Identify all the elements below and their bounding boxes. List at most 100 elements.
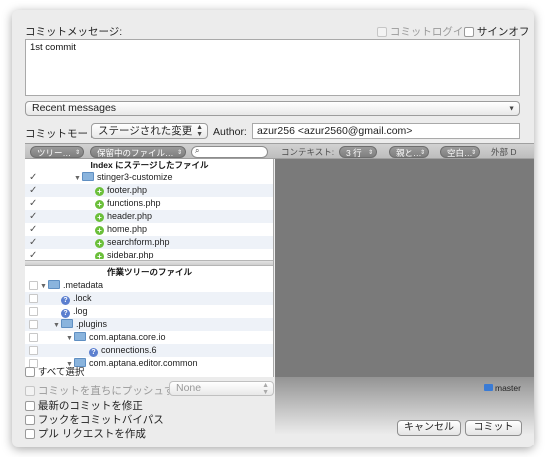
diff-mode-select[interactable]: 親と… ⇕ xyxy=(389,146,429,158)
push-option[interactable]: コミットを直ちにプッシュする: xyxy=(25,383,188,398)
tree-row[interactable]: ? .lock xyxy=(25,292,273,305)
tree-item-label: functions.php xyxy=(107,198,161,208)
pull-request-label: プル リクエストを作成 xyxy=(37,428,146,440)
whitespace-value: 空白… xyxy=(447,148,473,158)
folder-icon xyxy=(82,172,94,181)
external-diff-button[interactable]: 外部 D xyxy=(491,146,517,158)
pull-request-checkbox[interactable] xyxy=(25,429,35,440)
folder-icon xyxy=(74,332,86,341)
tree-row[interactable]: ▼ .metadata xyxy=(25,279,273,292)
push-checkbox[interactable] xyxy=(25,386,35,397)
tree-row[interactable]: ? .log xyxy=(25,305,273,318)
row-checkbox[interactable] xyxy=(29,294,38,303)
pull-request-option[interactable]: プル リクエストを作成 xyxy=(25,426,146,441)
checkmark-icon[interactable]: ✓ xyxy=(29,224,37,235)
recent-messages-dropdown[interactable]: Recent messages ▼ xyxy=(25,101,520,116)
row-checkbox[interactable] xyxy=(29,307,38,316)
untracked-file-icon: ? xyxy=(89,348,98,357)
context-label: コンテキスト: xyxy=(281,147,335,157)
row-checkbox[interactable] xyxy=(29,281,38,290)
updown-arrows-icon: ⇕ xyxy=(419,150,425,156)
author-input[interactable]: azur256 <azur2560@gmail.com> xyxy=(252,123,520,139)
tree-row[interactable]: ✓ + header.php xyxy=(25,210,273,223)
tree-item-label: header.php xyxy=(107,211,153,221)
tree-row[interactable]: ? connections.6 xyxy=(25,344,273,357)
tree-row[interactable]: ✓ ▼ stinger3-customize xyxy=(25,171,273,184)
added-file-icon: + xyxy=(95,226,104,235)
added-file-icon: + xyxy=(95,213,104,222)
file-search-input[interactable]: ⌕ xyxy=(191,146,268,158)
tree-item-label: .plugins xyxy=(76,319,108,329)
diff-mode-value: 親と… xyxy=(396,148,422,158)
commit-button[interactable]: コミット xyxy=(465,420,522,436)
folder-icon xyxy=(61,319,73,328)
added-file-icon: + xyxy=(95,252,104,259)
tree-item-label: connections.6 xyxy=(101,345,157,355)
select-all-checkbox[interactable] xyxy=(25,367,35,378)
checkmark-icon[interactable]: ✓ xyxy=(29,237,37,248)
folder-icon xyxy=(48,280,60,289)
bypass-hooks-checkbox[interactable] xyxy=(25,415,35,426)
branch-indicator: master xyxy=(484,383,521,393)
tree-row[interactable]: ✓ + searchform.php xyxy=(25,236,273,249)
diff-toolbar: ツリー… ⇕ 保留中のファイル… ⇕ ⌕ コンテキスト: 3 行 ⇕ 親と… ⇕ 空白…… xyxy=(25,143,534,159)
diff-view xyxy=(275,159,534,377)
row-checkbox[interactable] xyxy=(29,320,38,329)
amend-option[interactable]: 最新のコミットを修正 xyxy=(25,398,143,413)
context-lines-value: 3 行 xyxy=(346,148,362,158)
tree-view-select[interactable]: ツリー… ⇕ xyxy=(30,146,84,158)
push-label: コミットを直ちにプッシュする: xyxy=(37,385,188,397)
cancel-button[interactable]: キャンセル xyxy=(397,420,461,436)
branch-icon xyxy=(484,384,493,391)
worktree-section-header: 作業ツリーのファイル xyxy=(106,267,192,277)
updown-arrows-icon: ⇕ xyxy=(367,150,373,156)
untracked-file-icon: ? xyxy=(61,296,70,305)
commit-mode-label: コミットモード: xyxy=(25,128,102,140)
added-file-icon: + xyxy=(95,200,104,209)
commit-message-input[interactable]: 1st commit xyxy=(25,39,520,96)
tree-row[interactable]: ✓ + sidebar.php xyxy=(25,249,273,259)
checkmark-icon[interactable]: ✓ xyxy=(29,185,37,196)
file-list-panel: Index にステージしたファイル ✓ ▼ stinger3-customize … xyxy=(25,159,274,377)
file-filter-label: 保留中のファイル… xyxy=(97,148,174,158)
tree-item-label: stinger3-customize xyxy=(97,172,173,182)
tree-row[interactable]: ▼ com.aptana.core.io xyxy=(25,331,273,344)
tree-item-label: .lock xyxy=(73,293,92,303)
tree-row[interactable]: ✓ + home.php xyxy=(25,223,273,236)
whitespace-select[interactable]: 空白… ⇕ xyxy=(440,146,480,158)
tree-item-label: searchform.php xyxy=(107,237,170,247)
author-label: Author: xyxy=(213,126,247,138)
tree-item-label: com.aptana.core.io xyxy=(89,332,166,342)
push-target-select[interactable]: None ▲ ▼ xyxy=(169,381,274,396)
signoff-checkbox[interactable] xyxy=(464,27,474,38)
row-checkbox[interactable] xyxy=(29,333,38,342)
branch-name: master xyxy=(495,383,521,393)
amend-checkbox[interactable] xyxy=(25,401,35,412)
checkmark-icon[interactable]: ✓ xyxy=(29,211,37,222)
checkmark-icon[interactable]: ✓ xyxy=(29,250,37,259)
bypass-hooks-label: フックをコミットバイパス xyxy=(37,414,164,426)
updown-arrows-icon: ⇕ xyxy=(74,150,80,156)
commit-login-option[interactable]: コミットログイン xyxy=(377,24,474,39)
context-lines-select[interactable]: 3 行 ⇕ xyxy=(339,146,377,158)
signoff-option[interactable]: サインオフ xyxy=(464,24,529,39)
select-all-label: すべて選択 xyxy=(37,367,85,378)
file-filter-select[interactable]: 保留中のファイル… ⇕ xyxy=(90,146,186,158)
tree-row[interactable]: ✓ + footer.php xyxy=(25,184,273,197)
commit-mode-select[interactable]: ステージされた変更 ▲ ▼ xyxy=(91,123,208,139)
tree-item-label: .log xyxy=(73,306,88,316)
tree-item-label: sidebar.php xyxy=(107,250,154,259)
select-all-option[interactable]: すべて選択 xyxy=(25,364,84,378)
recent-messages-label: Recent messages xyxy=(32,102,117,114)
commit-dialog: コミットメッセージ: コミットログイン サインオフ 1st commit Rec… xyxy=(12,10,534,447)
commit-login-label: コミットログイン xyxy=(389,26,474,38)
checkmark-icon[interactable]: ✓ xyxy=(29,198,37,209)
row-checkbox[interactable] xyxy=(29,346,38,355)
checkmark-icon[interactable]: ✓ xyxy=(29,172,37,183)
commit-login-checkbox[interactable] xyxy=(377,27,387,38)
index-section-header: Index にステージしたファイル xyxy=(90,160,209,170)
tree-item-label: com.aptana.editor.common xyxy=(89,358,198,368)
bypass-hooks-option[interactable]: フックをコミットバイパス xyxy=(25,412,164,427)
tree-row[interactable]: ✓ + functions.php xyxy=(25,197,273,210)
tree-row[interactable]: ▼ .plugins xyxy=(25,318,273,331)
